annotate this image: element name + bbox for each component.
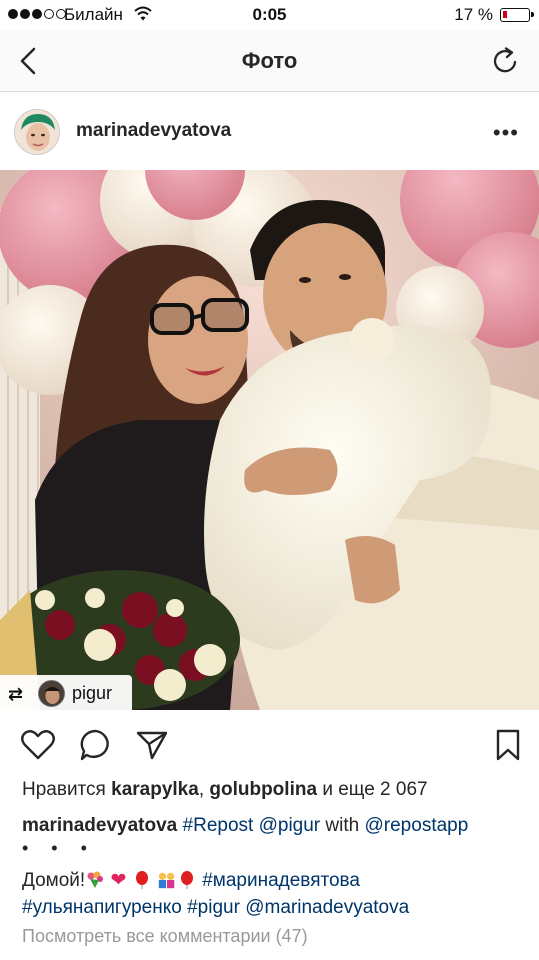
repost-icon: ⇄ (8, 684, 24, 704)
likes-line: Нравится karapylka, golubpolina и еще 2 … (22, 779, 428, 801)
likes-separator: , (198, 779, 205, 800)
hashtag-link[interactable]: #Repost (183, 815, 254, 836)
caption-text: Домой! (22, 870, 86, 891)
battery-percent: 17 % (454, 5, 493, 24)
battery-icon (500, 8, 534, 22)
like-heart-icon[interactable] (20, 727, 56, 763)
heart-emoji-icon: ❤ (110, 870, 127, 891)
hashtag-link[interactable]: #pigur (187, 897, 240, 918)
mention-link[interactable]: @pigur (259, 815, 321, 836)
caption: marinadevyatova #Repost @pigur with @rep… (22, 812, 527, 839)
liker-link[interactable]: golubpolina (209, 779, 317, 800)
liker-link[interactable]: karapylka (111, 779, 199, 800)
likes-count[interactable]: и еще 2 067 (322, 779, 427, 800)
repost-avatar (38, 680, 65, 707)
mention-link[interactable]: @repostapp (365, 815, 469, 836)
bookmark-icon[interactable] (490, 727, 526, 763)
hashtag-link[interactable]: #ульянапигуренко (22, 897, 182, 918)
post-photo[interactable]: ⇄ pigur (0, 170, 539, 710)
avatar[interactable] (14, 109, 60, 155)
bouquet-emoji-icon (87, 871, 104, 888)
balloon-emoji-icon (135, 871, 148, 889)
post-actions (0, 710, 539, 774)
hashtag-link[interactable]: #маринадевятова (202, 870, 360, 891)
post-header: marinadevyatova ••• (0, 93, 539, 170)
repost-username: pigur (72, 683, 113, 703)
refresh-icon[interactable] (491, 45, 521, 77)
balloon-emoji-icon (180, 871, 193, 889)
likes-prefix: Нравится (22, 779, 106, 800)
caption-username[interactable]: marinadevyatova (22, 815, 177, 836)
comment-icon[interactable] (78, 727, 114, 763)
caption-text: with (325, 815, 360, 836)
family-emoji-icon (158, 872, 175, 889)
caption-dots: • • • (22, 838, 96, 858)
nav-bar: Фото (0, 30, 539, 92)
mention-link[interactable]: @marinadevyatova (245, 897, 409, 918)
status-bar: Билайн 0:05 17 % (0, 0, 539, 30)
page-title: Фото (241, 48, 298, 73)
share-send-icon[interactable] (134, 727, 170, 763)
more-options-icon[interactable]: ••• (493, 122, 519, 144)
caption-continued: Домой! ❤ #маринадевятова #ульянапигуренк… (22, 867, 532, 921)
view-all-comments-link[interactable]: Посмотреть все комментарии (47) (22, 926, 308, 947)
post-username[interactable]: marinadevyatova (76, 120, 231, 142)
repost-badge[interactable]: ⇄ pigur (0, 675, 132, 710)
